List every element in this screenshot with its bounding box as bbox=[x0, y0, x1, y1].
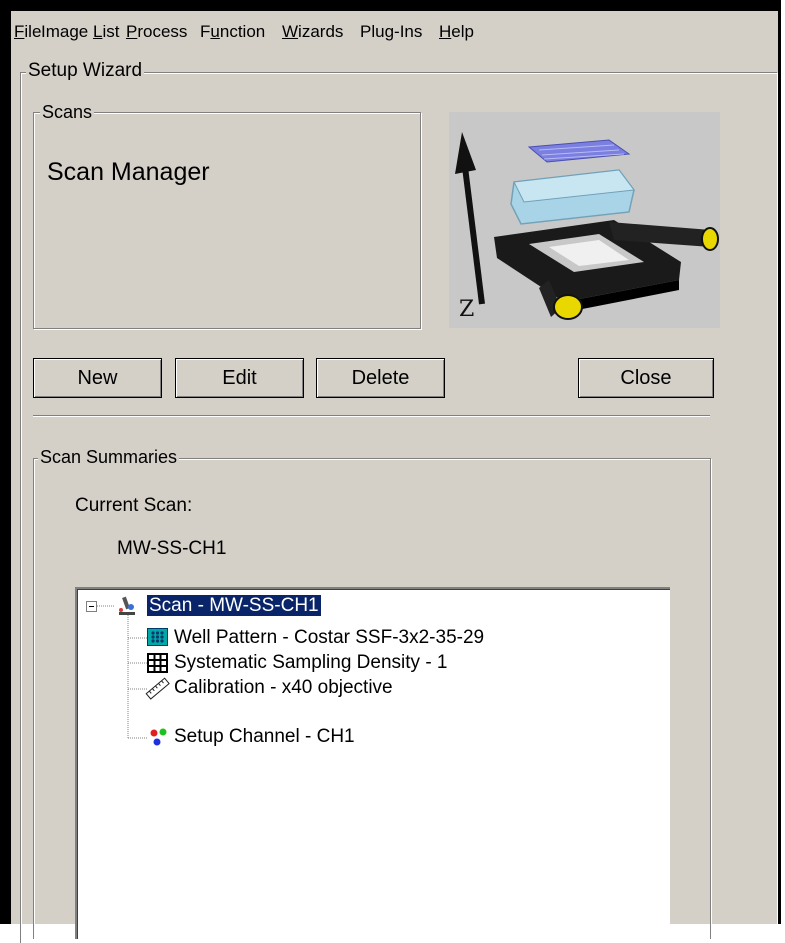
scans-group bbox=[33, 112, 421, 329]
ruler-icon bbox=[145, 677, 170, 700]
grid-icon bbox=[147, 653, 168, 673]
microscope-icon bbox=[119, 596, 135, 615]
tree-root-item[interactable]: Scan - MW-SS-CH1 bbox=[146, 594, 322, 617]
edit-button[interactable]: Edit bbox=[175, 358, 304, 398]
current-scan-label: Current Scan: bbox=[75, 495, 193, 516]
well-pattern-icon bbox=[147, 628, 168, 646]
menu-function[interactable]: Function bbox=[200, 22, 265, 42]
tree-item-calibration[interactable]: Calibration - x40 objective bbox=[174, 677, 393, 699]
setup-wizard-legend: Setup Wizard bbox=[26, 60, 145, 82]
scan-manager-title: Scan Manager bbox=[47, 158, 210, 186]
new-button[interactable]: New bbox=[33, 358, 162, 398]
color-channels-icon bbox=[150, 728, 167, 746]
z-axis-label: Z bbox=[459, 297, 474, 322]
menu-process[interactable]: Process bbox=[126, 22, 187, 42]
separator bbox=[33, 415, 710, 417]
menu-wizards[interactable]: Wizards bbox=[282, 22, 343, 42]
scans-legend: Scans bbox=[40, 102, 95, 123]
scan-summaries-legend: Scan Summaries bbox=[38, 447, 180, 468]
tree-item-setup-channel[interactable]: Setup Channel - CH1 bbox=[174, 726, 355, 748]
menu-plug-ins[interactable]: Plug-Ins bbox=[360, 22, 422, 42]
scan-tree-view[interactable]: Scan - MW-SS-CH1 Well Pattern - Costar S… bbox=[75, 587, 670, 939]
microscope-stage-illustration: Z bbox=[449, 112, 720, 328]
tree-expander-minus[interactable] bbox=[86, 601, 97, 612]
delete-button[interactable]: Delete bbox=[316, 358, 445, 398]
menu-file[interactable]: File bbox=[14, 22, 41, 42]
menu-image-list[interactable]: Image List bbox=[41, 22, 119, 42]
tree-item-well-pattern[interactable]: Well Pattern - Costar SSF-3x2-35-29 bbox=[174, 627, 484, 649]
menu-help[interactable]: Help bbox=[439, 22, 474, 42]
close-button[interactable]: Close bbox=[578, 358, 714, 398]
tree-item-sampling-density[interactable]: Systematic Sampling Density - 1 bbox=[174, 652, 448, 674]
current-scan-value: MW-SS-CH1 bbox=[117, 538, 227, 559]
